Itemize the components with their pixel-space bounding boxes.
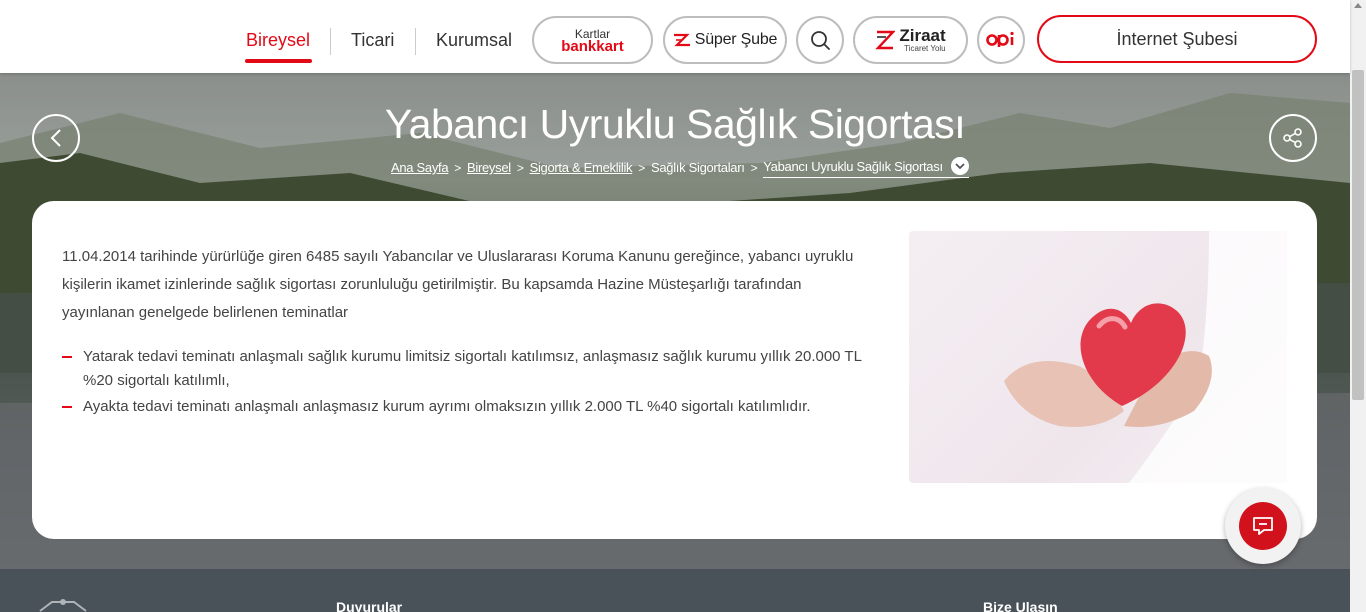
bullet-dash <box>62 406 72 408</box>
chat-icon <box>1253 517 1273 535</box>
bankkart-logo: bankkart <box>561 38 624 55</box>
list-item-text: Yatarak tedavi teminatı anlaşmalı sağlık… <box>83 348 862 389</box>
page-title: Yabancı Uyruklu Sağlık Sigortası <box>384 101 966 147</box>
site-header: Bireysel Ticari Kurumsal Kartlar bankkar… <box>0 0 1350 73</box>
breadcrumb-separator: > <box>638 160 645 175</box>
chat-button-inner <box>1239 502 1287 550</box>
search-icon <box>811 31 830 50</box>
coverage-list: Yatarak tedavi teminatı anlaşmalı sağlık… <box>62 345 872 421</box>
breadcrumb-separator: > <box>750 160 758 175</box>
bullet-dash <box>62 356 72 358</box>
kartlar-bankkart-button[interactable]: Kartlar bankkart <box>532 16 653 64</box>
scrollbar-thumb[interactable] <box>1352 70 1364 400</box>
breadcrumb-separator: > <box>516 160 524 175</box>
network-icon <box>39 599 87 612</box>
intro-paragraph: 11.04.2014 tarihinde yürürlüğe giren 648… <box>62 248 854 321</box>
breadcrumb-current-dropdown[interactable]: Yabancı Uyruklu Sağlık Sigortası <box>763 157 969 178</box>
opi-button[interactable] <box>977 16 1025 64</box>
share-icon <box>1283 128 1302 148</box>
page-scrollbar[interactable] <box>1350 0 1366 612</box>
nav-active-indicator <box>245 59 312 63</box>
opi-logo-icon <box>986 31 1014 47</box>
share-button[interactable] <box>1269 114 1317 162</box>
chat-button[interactable] <box>1225 488 1301 564</box>
breadcrumb-current: Yabancı Uyruklu Sağlık Sigortası <box>763 158 943 174</box>
search-button[interactable] <box>796 16 844 64</box>
chevron-down-icon <box>950 157 969 175</box>
content-card: 11.04.2014 tarihinde yürürlüğe giren 648… <box>32 201 1317 539</box>
nav-ticari[interactable]: Ticari <box>351 30 394 51</box>
scroll-up-arrow-icon[interactable] <box>1354 3 1362 8</box>
site-footer: Duyurular Bize Ulaşın <box>0 569 1350 612</box>
breadcrumb-sigorta-emeklilik[interactable]: Sigorta & Emeklilik <box>530 160 633 175</box>
list-item-text: Ayakta tedavi teminatı anlaşmalı anlaşma… <box>83 398 811 415</box>
breadcrumb-separator: > <box>454 160 462 175</box>
breadcrumb-ana-sayfa[interactable]: Ana Sayfa <box>391 160 449 175</box>
breadcrumb: Ana Sayfa > Bireysel > Sigorta & Emeklil… <box>391 157 969 178</box>
ziraat-label: Ziraat <box>899 25 946 45</box>
list-item: Ayakta tedavi teminatı anlaşmalı anlaşma… <box>62 395 872 419</box>
ticaret-yolu-label: Ticaret Yolu <box>904 43 946 53</box>
z-logo-icon <box>673 33 690 47</box>
nav-kurumsal[interactable]: Kurumsal <box>436 30 512 51</box>
internet-subesi-button[interactable]: İnternet Şubesi <box>1037 15 1317 63</box>
breadcrumb-bireysel[interactable]: Bireysel <box>467 160 511 175</box>
list-item: Yatarak tedavi teminatı anlaşmalı sağlık… <box>62 345 872 393</box>
super-sube-button[interactable]: Süper Şube <box>663 16 787 64</box>
footer-duyurular-heading: Duyurular <box>336 599 403 612</box>
hands-heart-image <box>909 231 1287 483</box>
ziraat-logo-icon <box>875 30 896 50</box>
nav-divider <box>330 28 331 55</box>
footer-bize-ulasin-heading: Bize Ulaşın <box>983 599 1058 612</box>
ziraat-ticaret-yolu-button[interactable]: Ziraat Ticaret Yolu <box>853 16 968 64</box>
super-sube-label: Süper Şube <box>694 31 778 48</box>
nav-bireysel[interactable]: Bireysel <box>246 30 310 51</box>
breadcrumb-saglik-sigortalari[interactable]: Sağlık Sigortaları <box>651 160 745 175</box>
nav-divider <box>415 28 416 55</box>
